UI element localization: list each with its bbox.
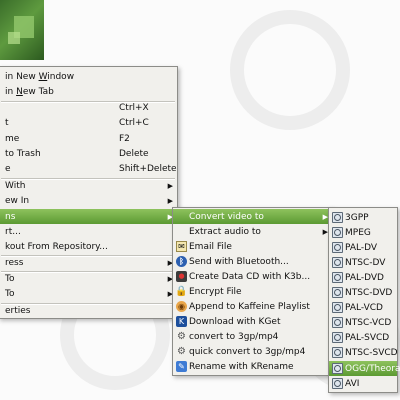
menu-item-preview-in[interactable]: ew In ▶ [0,193,177,208]
menu-item-avi[interactable]: AVI [329,376,397,391]
menu-item-pal-vcd[interactable]: PAL-VCD [329,300,397,315]
shortcut-label: Delete [119,148,149,159]
film-icon [332,378,343,389]
menu-item-ogg-theora[interactable]: OGG/Theora [329,361,400,376]
menu-item-ntsc-vcd[interactable]: NTSC-VCD [329,315,397,330]
menu-item-mpeg[interactable]: MPEG [329,225,397,240]
menu-item-cut[interactable]: Ctrl+X [0,100,177,115]
menu-item-open-new-tab[interactable]: in New Tab [0,84,177,99]
menu-item-encrypt-file[interactable]: 🔒 Encrypt File [173,284,332,299]
menu-item-convert-video-to[interactable]: Convert video to ▶ [173,209,332,224]
film-icon [332,302,343,313]
convert-video-submenu: 3GPP MPEG PAL-DV NTSC-DV PAL-DVD NTSC-DV… [328,207,400,393]
film-icon [332,347,343,358]
menu-item-pal-svcd[interactable]: PAL-SVCD [329,330,397,345]
menu-item-ntsc-svcd[interactable]: NTSC-SVCD [329,345,398,360]
email-icon: ✉ [176,241,187,252]
menu-item-3gpp[interactable]: 3GPP [329,210,397,225]
menu-item-ntsc-dv[interactable]: NTSC-DV [329,255,397,270]
menu-item-download-kget[interactable]: K Download with KGet [173,314,332,329]
menu-item-rename-krename[interactable]: ✎ Rename with KRename [173,359,332,374]
menu-item-move-to[interactable]: To ▶ [0,286,177,301]
menu-item-pal-dv[interactable]: PAL-DV [329,240,397,255]
submenu-arrow-icon: ▶ [167,181,173,190]
menu-item-actions[interactable]: ns ▶ [0,209,177,224]
actions-submenu: Convert video to ▶ Extract audio to ▶ ✉ … [172,207,333,376]
menu-item-delete[interactable]: e Shift+Delete [0,161,177,176]
film-icon [332,287,343,298]
shortcut-label: Ctrl+X [119,102,149,113]
gear-icon: ⚙ [177,345,186,357]
menu-item-copy-to[interactable]: To ▶ [0,271,177,286]
shortcut-label: Shift+Delete [119,163,177,174]
shortcut-label: Ctrl+C [119,117,149,128]
menu-item-rename[interactable]: me F2 [0,131,177,146]
kaffeine-icon: ◉ [176,301,187,312]
menu-item-checkout-from-repository[interactable]: kout From Repository... [0,239,177,254]
kget-icon: K [176,316,187,327]
film-icon [332,242,343,253]
menu-item-ntsc-dvd[interactable]: NTSC-DVD [329,285,397,300]
menu-item-open-with[interactable]: With ▶ [0,178,177,193]
menu-item-append-kaffeine-playlist[interactable]: ◉ Append to Kaffeine Playlist [173,299,332,314]
film-icon [332,227,343,238]
shortcut-label: F2 [119,133,130,144]
gear-watermark [230,10,350,130]
submenu-arrow-icon: ▶ [167,196,173,205]
bluetooth-icon: ᛒ [176,256,187,267]
menu-item-copy[interactable]: t Ctrl+C [0,115,177,130]
menu-item-import[interactable]: rt... [0,224,177,239]
menu-item-extract-audio-to[interactable]: Extract audio to ▶ [173,224,332,239]
menu-item-properties[interactable]: erties [0,303,177,318]
menu-item-email-file[interactable]: ✉ Email File [173,239,332,254]
krename-icon: ✎ [176,361,187,372]
cd-icon: ● [176,271,187,282]
menu-item-pal-dvd[interactable]: PAL-DVD [329,270,397,285]
menu-item-open-new-window[interactable]: in New Window [0,69,177,84]
menu-item-create-data-cd[interactable]: ● Create Data CD with K3b... [173,269,332,284]
film-icon [332,257,343,268]
menu-item-send-bluetooth[interactable]: ᛒ Send with Bluetooth... [173,254,332,269]
film-icon [332,332,343,343]
menu-item-convert-3gp-mp4[interactable]: ⚙ convert to 3gp/mp4 [173,329,332,344]
film-icon [332,272,343,283]
menu-item-move-to-trash[interactable]: to Trash Delete [0,146,177,161]
file-thumbnail[interactable] [0,0,44,60]
gear-icon: ⚙ [177,330,186,342]
menu-item-compress[interactable]: ress ▶ [0,255,177,270]
context-menu: in New Window in New Tab Ctrl+X t Ctrl+C… [0,66,178,319]
film-icon [332,363,343,374]
menu-item-quick-convert-3gp-mp4[interactable]: ⚙ quick convert to 3gp/mp4 [173,344,332,359]
film-icon [332,212,343,223]
lock-icon: 🔒 [175,285,188,297]
film-icon [332,317,343,328]
